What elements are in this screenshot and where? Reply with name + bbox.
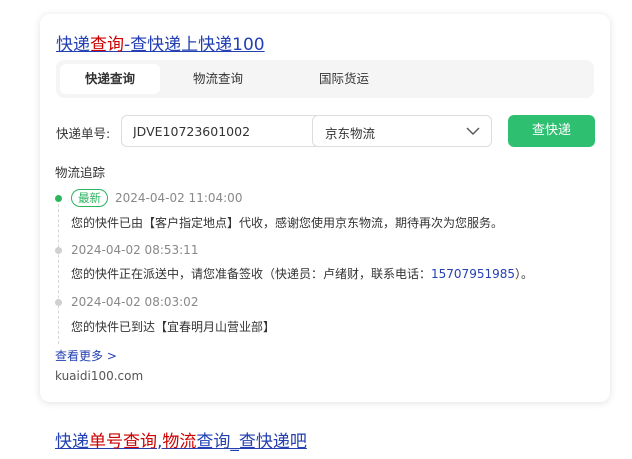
timeline-dot-2 xyxy=(55,247,62,254)
event-desc-2-end: ）。 xyxy=(515,267,534,281)
result2-title-part-2-highlight: 单号查询 xyxy=(89,432,157,452)
source-domain: kuaidi100.com xyxy=(55,369,144,383)
carrier-select-value: 京东物流 xyxy=(325,126,376,141)
result-title-link[interactable]: 快递查询-查快递上快递100 xyxy=(56,30,265,55)
result2-title-link[interactable]: 快递单号查询,物流查询_查快递吧 xyxy=(55,427,307,452)
timeline-dot-latest xyxy=(55,195,62,202)
event-time-3: 2024-04-02 08:03:02 xyxy=(71,295,199,309)
result2-title-part-5: 查询_查快递吧 xyxy=(196,432,307,452)
query-tabs: 快递查询 物流查询 国际货运 xyxy=(56,60,594,98)
query-button[interactable]: 查快递 xyxy=(508,115,595,147)
event-desc-3: 您的快件已到达【宜春明月山营业部】 xyxy=(71,320,276,334)
title-part-2-highlight: 查询 xyxy=(90,35,124,55)
courier-phone: 15707951985 xyxy=(431,267,515,281)
timeline-line xyxy=(58,204,59,344)
view-more-link[interactable]: 查看更多 > xyxy=(55,347,117,364)
event-desc-2-text: 您的快件正在派送中，请您准备签收（快递员：卢绪财，联系电话： xyxy=(71,267,432,281)
timeline-dot-3 xyxy=(55,299,62,306)
tab-logistics-query[interactable]: 物流查询 xyxy=(168,64,268,94)
result2-title-part-4-highlight: 物流 xyxy=(162,432,197,452)
tracking-number-label: 快递单号: xyxy=(56,126,111,141)
latest-badge: 最新 xyxy=(71,189,108,207)
event-desc-1: 您的快件已由【客户指定地点】代收，感谢您使用京东物流，期待再次为您服务。 xyxy=(71,216,504,230)
chevron-down-icon xyxy=(466,127,480,135)
event-desc-2: 您的快件正在派送中，请您准备签收（快递员：卢绪财，联系电话：1570795198… xyxy=(71,265,533,282)
title-part-3: -查快递上快递100 xyxy=(124,35,265,55)
result2-title-part-1: 快递 xyxy=(55,432,89,452)
carrier-select[interactable]: 京东物流 xyxy=(312,115,492,147)
tab-express-query[interactable]: 快递查询 xyxy=(60,64,160,94)
title-part-1: 快递 xyxy=(56,35,90,55)
tab-international-freight[interactable]: 国际货运 xyxy=(294,64,394,94)
event-time-1: 2024-04-02 11:04:00 xyxy=(115,191,243,205)
express-query-card: 快递查询-查快递上快递100 快递查询 物流查询 国际货运 快递单号: 京东物流… xyxy=(40,14,610,402)
tracking-heading: 物流追踪 xyxy=(55,165,106,180)
event-time-2: 2024-04-02 08:53:11 xyxy=(71,243,199,257)
tracking-number-input[interactable] xyxy=(121,115,323,147)
